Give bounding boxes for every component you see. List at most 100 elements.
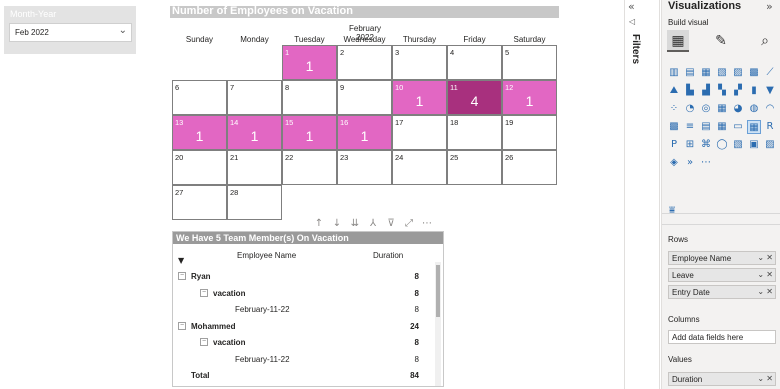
- clustered-bar-icon[interactable]: ▤: [683, 66, 697, 80]
- line-column-icon[interactable]: ▟: [699, 84, 713, 98]
- filled-map-icon[interactable]: ◍: [747, 102, 761, 116]
- calendar-day[interactable]: 14 1: [227, 115, 282, 150]
- more-visuals-icon[interactable]: »: [683, 156, 697, 170]
- month-year-dropdown[interactable]: Feb 2022 ⌄: [9, 23, 132, 42]
- calendar-day[interactable]: 28: [227, 185, 282, 220]
- field-well-item[interactable]: Entry Date ⌄ ✕: [668, 285, 776, 299]
- arrow-up-icon[interactable]: ↑: [310, 218, 328, 229]
- collapse-row-icon[interactable]: −: [200, 338, 208, 346]
- funnel-icon[interactable]: ▼: [763, 84, 777, 98]
- area-chart-icon[interactable]: ⛰: [667, 84, 681, 98]
- calendar-day[interactable]: 2: [337, 45, 392, 80]
- decomposition-tree-icon[interactable]: ⌘: [699, 138, 713, 152]
- calendar-day[interactable]: 8: [282, 80, 337, 115]
- remove-field-icon[interactable]: ✕: [764, 270, 773, 279]
- line-chart-icon[interactable]: ⟋: [763, 66, 777, 80]
- table-row[interactable]: February-11-22 8: [173, 302, 433, 318]
- calendar-day[interactable]: 13 1: [172, 115, 227, 150]
- calendar-day[interactable]: 5: [502, 45, 557, 80]
- sort-down-icon[interactable]: ▼: [178, 256, 184, 265]
- calendar-day[interactable]: 3: [392, 45, 447, 80]
- 100-column-icon[interactable]: ▩: [747, 66, 761, 80]
- calendar-day[interactable]: 27: [172, 185, 227, 220]
- calendar-day[interactable]: 25: [447, 150, 502, 185]
- narrative-icon[interactable]: ▧: [731, 138, 745, 152]
- calendar-day[interactable]: 22: [282, 150, 337, 185]
- more-options-icon[interactable]: ⋯: [418, 218, 436, 229]
- table-row[interactable]: February-11-22 8: [173, 352, 433, 368]
- calendar-day[interactable]: 12 1: [502, 80, 557, 115]
- expand-icon[interactable]: »: [766, 0, 773, 13]
- table-row[interactable]: − vacation 8: [173, 335, 433, 351]
- collapse-row-icon[interactable]: −: [178, 321, 186, 330]
- field-well-item[interactable]: Leave ⌄ ✕: [668, 268, 776, 282]
- remove-field-icon[interactable]: ✕: [764, 374, 773, 383]
- scrollbar-thumb[interactable]: [436, 265, 440, 317]
- calendar-day[interactable]: 16 1: [337, 115, 392, 150]
- stacked-bar-icon[interactable]: ▥: [667, 66, 681, 80]
- stacked-area-icon[interactable]: ▙: [683, 84, 697, 98]
- kpi-icon[interactable]: ▤: [699, 120, 713, 134]
- filters-label[interactable]: Filters: [630, 34, 641, 64]
- remove-field-icon[interactable]: ✕: [764, 253, 773, 262]
- expand-triangle-icon[interactable]: ◁: [629, 17, 635, 26]
- column-header-employee[interactable]: Employee Name: [237, 251, 296, 260]
- filters-pane[interactable]: « ◁ Filters: [624, 0, 660, 389]
- field-controls[interactable]: ⌄ ✕: [757, 374, 773, 383]
- python-visual-icon[interactable]: P: [667, 138, 681, 152]
- calendar-day[interactable]: 4: [447, 45, 502, 80]
- get-more-icon[interactable]: ⋯: [699, 156, 713, 170]
- power-apps-icon[interactable]: ▨: [763, 138, 777, 152]
- analytics-tab-icon[interactable]: ⌕: [754, 30, 776, 52]
- calendar-day[interactable]: 10 1: [392, 80, 447, 115]
- multirow-card-icon[interactable]: ≡: [683, 120, 697, 134]
- matrix-icon[interactable]: ▦: [747, 120, 761, 134]
- field-well-item[interactable]: Duration ⌄ ✕: [668, 372, 776, 386]
- power-automate-icon[interactable]: ◈: [667, 156, 681, 170]
- calendar-day[interactable]: 21: [227, 150, 282, 185]
- card-icon[interactable]: ▩: [667, 120, 681, 134]
- collapse-row-icon[interactable]: −: [178, 272, 186, 280]
- calendar-day[interactable]: 19: [502, 115, 557, 150]
- table-row[interactable]: − vacation 8: [173, 286, 433, 302]
- calendar-day[interactable]: 15 1: [282, 115, 337, 150]
- column-header-duration[interactable]: Duration: [373, 251, 403, 260]
- field-controls[interactable]: ⌄ ✕: [757, 287, 773, 296]
- table-row[interactable]: − Ryan 8: [173, 269, 433, 285]
- calendar-day[interactable]: 9: [337, 80, 392, 115]
- collapse-row-icon[interactable]: −: [200, 288, 208, 297]
- scatter-icon[interactable]: ⁘: [667, 102, 681, 116]
- gauge-icon[interactable]: ◠: [763, 102, 777, 116]
- fork-icon[interactable]: ⅄: [364, 218, 382, 229]
- 100-bar-icon[interactable]: ▨: [731, 66, 745, 80]
- field-controls[interactable]: ⌄ ✕: [757, 253, 773, 262]
- arrow-down-icon[interactable]: ↓: [328, 218, 346, 229]
- map-icon[interactable]: ◕: [731, 102, 745, 116]
- slicer-icon[interactable]: ▦: [715, 120, 729, 134]
- field-controls[interactable]: ⌄ ✕: [757, 270, 773, 279]
- collapse-icon[interactable]: «: [628, 0, 635, 13]
- field-well-item[interactable]: Employee Name ⌄ ✕: [668, 251, 776, 265]
- calendar-day[interactable]: 11: [282, 45, 337, 80]
- donut-icon[interactable]: ◎: [699, 102, 713, 116]
- calendar-day[interactable]: 23: [337, 150, 392, 185]
- table-row[interactable]: Total 84: [173, 368, 433, 384]
- clustered-column-icon[interactable]: ▧: [715, 66, 729, 80]
- format-visual-tab-icon[interactable]: ✎: [710, 30, 732, 52]
- filter-icon[interactable]: ⊽: [382, 218, 400, 229]
- r-visual-icon[interactable]: R: [763, 120, 777, 134]
- ribbon-icon[interactable]: ▞: [731, 84, 745, 98]
- pie-icon[interactable]: ◔: [683, 102, 697, 116]
- calendar-day[interactable]: 17: [392, 115, 447, 150]
- line-stacked-icon[interactable]: ▚: [715, 84, 729, 98]
- focus-mode-icon[interactable]: ⤢: [400, 218, 418, 229]
- calendar-day[interactable]: 11 4: [447, 80, 502, 115]
- waterfall-icon[interactable]: ▮: [747, 84, 761, 98]
- remove-field-icon[interactable]: ✕: [764, 287, 773, 296]
- calendar-day[interactable]: 24: [392, 150, 447, 185]
- calendar-day[interactable]: 26: [502, 150, 557, 185]
- treemap-icon[interactable]: ▦: [715, 102, 729, 116]
- paginated-icon[interactable]: ▣: [747, 138, 761, 152]
- vacation-matrix[interactable]: We Have 5 Team Member(s) On Vacation Emp…: [172, 231, 444, 387]
- key-influencers-icon[interactable]: ⊞: [683, 138, 697, 152]
